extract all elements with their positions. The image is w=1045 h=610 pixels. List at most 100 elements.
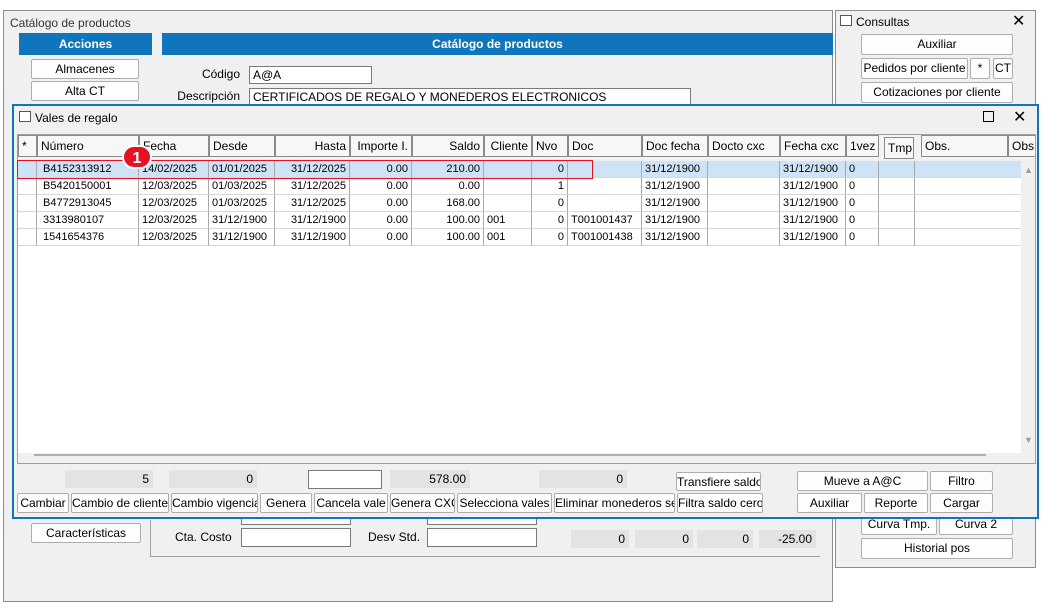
col-header[interactable]: Obs. bbox=[921, 135, 1008, 157]
col-header[interactable]: Doc fecha bbox=[642, 135, 708, 157]
caracteristicas-button[interactable]: Características bbox=[31, 523, 141, 543]
mueve-button[interactable]: Mueve a A@C bbox=[797, 471, 928, 491]
selecciona-vales-button[interactable]: Selecciona vales bbox=[457, 493, 552, 513]
star-button[interactable]: * bbox=[970, 58, 990, 79]
cell bbox=[484, 178, 532, 195]
stat-value-3: 0 bbox=[697, 530, 753, 548]
col-header[interactable]: Obs. bbox=[1008, 135, 1035, 157]
col-header[interactable]: 1vez bbox=[846, 135, 879, 157]
cell: 0.00 bbox=[350, 195, 412, 212]
pedidos-por-cliente-button[interactable]: Pedidos por cliente bbox=[861, 58, 968, 79]
eliminar-monederos-button[interactable]: Eliminar monederos sel bbox=[554, 493, 675, 513]
cambio-vigencia-button[interactable]: Cambio vigencia bbox=[171, 493, 258, 513]
col-header[interactable]: Hasta bbox=[275, 135, 350, 157]
genera-cxc-button[interactable]: Genera CXC bbox=[390, 493, 455, 513]
cell: 0 bbox=[846, 161, 879, 178]
cell: 31/12/1900 bbox=[275, 212, 350, 229]
cancela-vale-button[interactable]: Cancela vale bbox=[314, 493, 388, 513]
vertical-scrollbar[interactable]: ▲ ▼ bbox=[1021, 161, 1035, 453]
cell: 31/12/2025 bbox=[275, 178, 350, 195]
consultas-close-icon[interactable]: ✕ bbox=[1012, 11, 1025, 31]
horizontal-scrollbar[interactable] bbox=[34, 454, 986, 456]
desv-std-field[interactable] bbox=[427, 528, 537, 547]
table-row[interactable]: 3313980107 12/03/2025 31/12/1900 31/12/1… bbox=[18, 212, 1021, 229]
cargar-button[interactable]: Cargar bbox=[930, 493, 993, 513]
cell: 31/12/2025 bbox=[275, 195, 350, 212]
col-header[interactable]: Importe I. bbox=[350, 135, 412, 157]
cell bbox=[915, 178, 1021, 195]
cell bbox=[879, 178, 915, 195]
col-header[interactable]: Desde bbox=[209, 135, 275, 157]
cell: 31/12/1900 bbox=[642, 195, 708, 212]
bottom-panel-baseline bbox=[150, 556, 820, 557]
cell: 31/12/1900 bbox=[642, 178, 708, 195]
col-header[interactable]: Cliente bbox=[484, 135, 532, 157]
cell: 31/12/1900 bbox=[780, 161, 846, 178]
stat-value-4: -25.00 bbox=[759, 530, 816, 548]
catalog-header: Catálogo de productos bbox=[162, 33, 833, 55]
consultas-title: Consultas bbox=[856, 15, 910, 29]
scroll-down-icon[interactable]: ▼ bbox=[1024, 435, 1033, 445]
total-importe: 0 bbox=[169, 470, 257, 488]
cell: 31/12/1900 bbox=[780, 229, 846, 246]
reporte-button[interactable]: Reporte bbox=[864, 493, 928, 513]
catalogo-window-title: Catálogo de productos bbox=[10, 16, 131, 30]
consultas-window-icon bbox=[840, 15, 852, 26]
cell: 31/12/1900 bbox=[642, 161, 708, 178]
cell: 0 bbox=[532, 229, 568, 246]
table-row[interactable]: B5420150001 12/03/2025 01/03/2025 31/12/… bbox=[18, 178, 1021, 195]
col-header[interactable]: Saldo bbox=[412, 135, 484, 157]
genera-button[interactable]: Genera bbox=[260, 493, 312, 513]
col-header[interactable]: Fecha cxc bbox=[780, 135, 846, 157]
cell: 31/12/1900 bbox=[209, 229, 275, 246]
cell: B5420150001 bbox=[37, 178, 139, 195]
cell: 01/03/2025 bbox=[209, 178, 275, 195]
cell: 0 bbox=[846, 212, 879, 229]
cell: 3313980107 bbox=[37, 212, 139, 229]
cell bbox=[879, 195, 915, 212]
cell bbox=[568, 178, 642, 195]
cell: 168.00 bbox=[412, 195, 484, 212]
transfiere-saldo-button[interactable]: Transfiere saldo bbox=[676, 472, 761, 491]
cell: 0 bbox=[846, 178, 879, 195]
total-saldo: 578.00 bbox=[390, 470, 470, 488]
vales-close-icon[interactable]: ✕ bbox=[1013, 107, 1026, 127]
table-row[interactable]: 1541654376 12/03/2025 31/12/1900 31/12/1… bbox=[18, 229, 1021, 246]
step-badge-label: 1 bbox=[132, 150, 142, 167]
col-header[interactable]: Nvo bbox=[532, 135, 568, 157]
codigo-field[interactable]: A@A bbox=[249, 66, 372, 84]
stat-value-1: 0 bbox=[571, 530, 629, 548]
cell: 1541654376 bbox=[37, 229, 139, 246]
cell bbox=[915, 229, 1021, 246]
col-header[interactable]: Doc bbox=[568, 135, 642, 157]
table-row[interactable]: B4772913045 12/03/2025 01/03/2025 31/12/… bbox=[18, 195, 1021, 212]
col-header[interactable]: * bbox=[18, 135, 37, 157]
ct-button[interactable]: CT bbox=[993, 58, 1013, 79]
total-input[interactable] bbox=[308, 470, 382, 489]
cell: 0 bbox=[846, 195, 879, 212]
filtra-saldo-cero-button[interactable]: Filtra saldo cero bbox=[677, 493, 763, 513]
maximize-icon[interactable] bbox=[983, 111, 994, 122]
cell bbox=[18, 229, 37, 246]
descripcion-label: Descripción bbox=[177, 89, 240, 103]
cell: 0 bbox=[846, 229, 879, 246]
bottom-panel-divider bbox=[150, 520, 151, 556]
filtro-button[interactable]: Filtro bbox=[930, 471, 993, 491]
cambio-cliente-button[interactable]: Cambio de cliente bbox=[71, 493, 169, 513]
consultas-auxiliar-button[interactable]: Auxiliar bbox=[861, 34, 1013, 55]
cambiar-button[interactable]: Cambiar bbox=[17, 493, 69, 513]
cotizaciones-button[interactable]: Cotizaciones por cliente bbox=[861, 82, 1013, 103]
alta-ct-button[interactable]: Alta CT bbox=[31, 81, 139, 101]
cell bbox=[568, 195, 642, 212]
vales-auxiliar-button[interactable]: Auxiliar bbox=[797, 493, 862, 513]
scroll-up-icon[interactable]: ▲ bbox=[1024, 165, 1033, 175]
almacenes-button[interactable]: Almacenes bbox=[31, 59, 139, 79]
cell: 001 bbox=[484, 212, 532, 229]
cell: 12/03/2025 bbox=[139, 178, 209, 195]
col-header[interactable]: Tmp. bbox=[884, 137, 914, 159]
cell: B4772913045 bbox=[37, 195, 139, 212]
col-header[interactable]: Docto cxc bbox=[708, 135, 780, 157]
cta-costo-field[interactable] bbox=[241, 528, 351, 547]
historial-pos-button[interactable]: Historial pos bbox=[861, 538, 1013, 559]
cell: T001001437 bbox=[568, 212, 642, 229]
